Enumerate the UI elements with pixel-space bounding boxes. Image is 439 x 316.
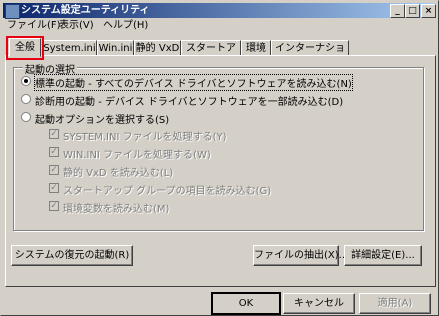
diagnostic-startup-label[interactable]: 診断用の起動 - デバイス ドライバとソフトウェアを一部読み込む(D) [35,93,343,108]
apply-button[interactable]: 適用(A) [359,293,431,314]
cancel-button[interactable]: キャンセル [283,293,355,314]
tab-highlight-box [6,36,44,60]
load-startup-items-label: スタートアップ グループの項目を読み込む(G) [63,186,272,197]
menu-bar: ファイル(F) 表示(V) ヘルプ(H) [3,19,436,33]
normal-startup-label[interactable]: 標準の起動 - すべてのデバイス ドライバとソフトウェアを読み込む(N) [34,74,353,91]
menu-file[interactable]: ファイル(F) [7,19,61,33]
load-static-vxd-checkbox[interactable]: ✓ [49,165,59,175]
load-startup-items-checkbox[interactable]: ✓ [49,183,59,193]
load-static-vxd-label: 静的 VxD を読み込む(L) [63,168,174,179]
process-win-ini-checkbox[interactable]: ✓ [49,147,59,157]
normal-startup-radio[interactable] [21,76,31,86]
window-title: システム設定ユーティリティ [21,5,150,16]
maximize-button[interactable]: □ [405,4,420,18]
process-win-ini-label: WIN.INI ファイルを処理する(W) [63,150,211,161]
title-bar[interactable]: システム設定ユーティリティ _ □ × [3,3,436,19]
process-system-ini-checkbox[interactable]: ✓ [49,129,59,139]
close-button[interactable]: × [421,4,436,18]
system-config-window: システム設定ユーティリティ _ □ × ファイル(F) 表示(V) ヘルプ(H)… [0,0,439,316]
process-system-ini-label: SYSTEM.INI ファイルを処理する(Y) [63,132,227,143]
extract-file-button[interactable]: ファイルの抽出(X)... [253,245,348,266]
load-env-vars-label: 環境変数を読み込む(M) [63,204,170,215]
advanced-settings-button[interactable]: 詳細設定(E)... [344,245,422,266]
menu-view[interactable]: 表示(V) [59,19,94,33]
selective-startup-label[interactable]: 起動オプションを選択する(S) [35,111,169,126]
app-icon [5,4,20,19]
ok-button[interactable]: OK [211,292,281,315]
menu-help[interactable]: ヘルプ(H) [103,19,148,33]
load-env-vars-checkbox[interactable]: ✓ [49,201,59,211]
selective-startup-radio[interactable] [21,112,31,122]
minimize-button[interactable]: _ [390,4,405,18]
system-restore-button[interactable]: システムの復元の起動(R) [11,245,133,266]
diagnostic-startup-radio[interactable] [21,94,31,104]
startup-selection-label: 起動の選択 [23,61,77,76]
